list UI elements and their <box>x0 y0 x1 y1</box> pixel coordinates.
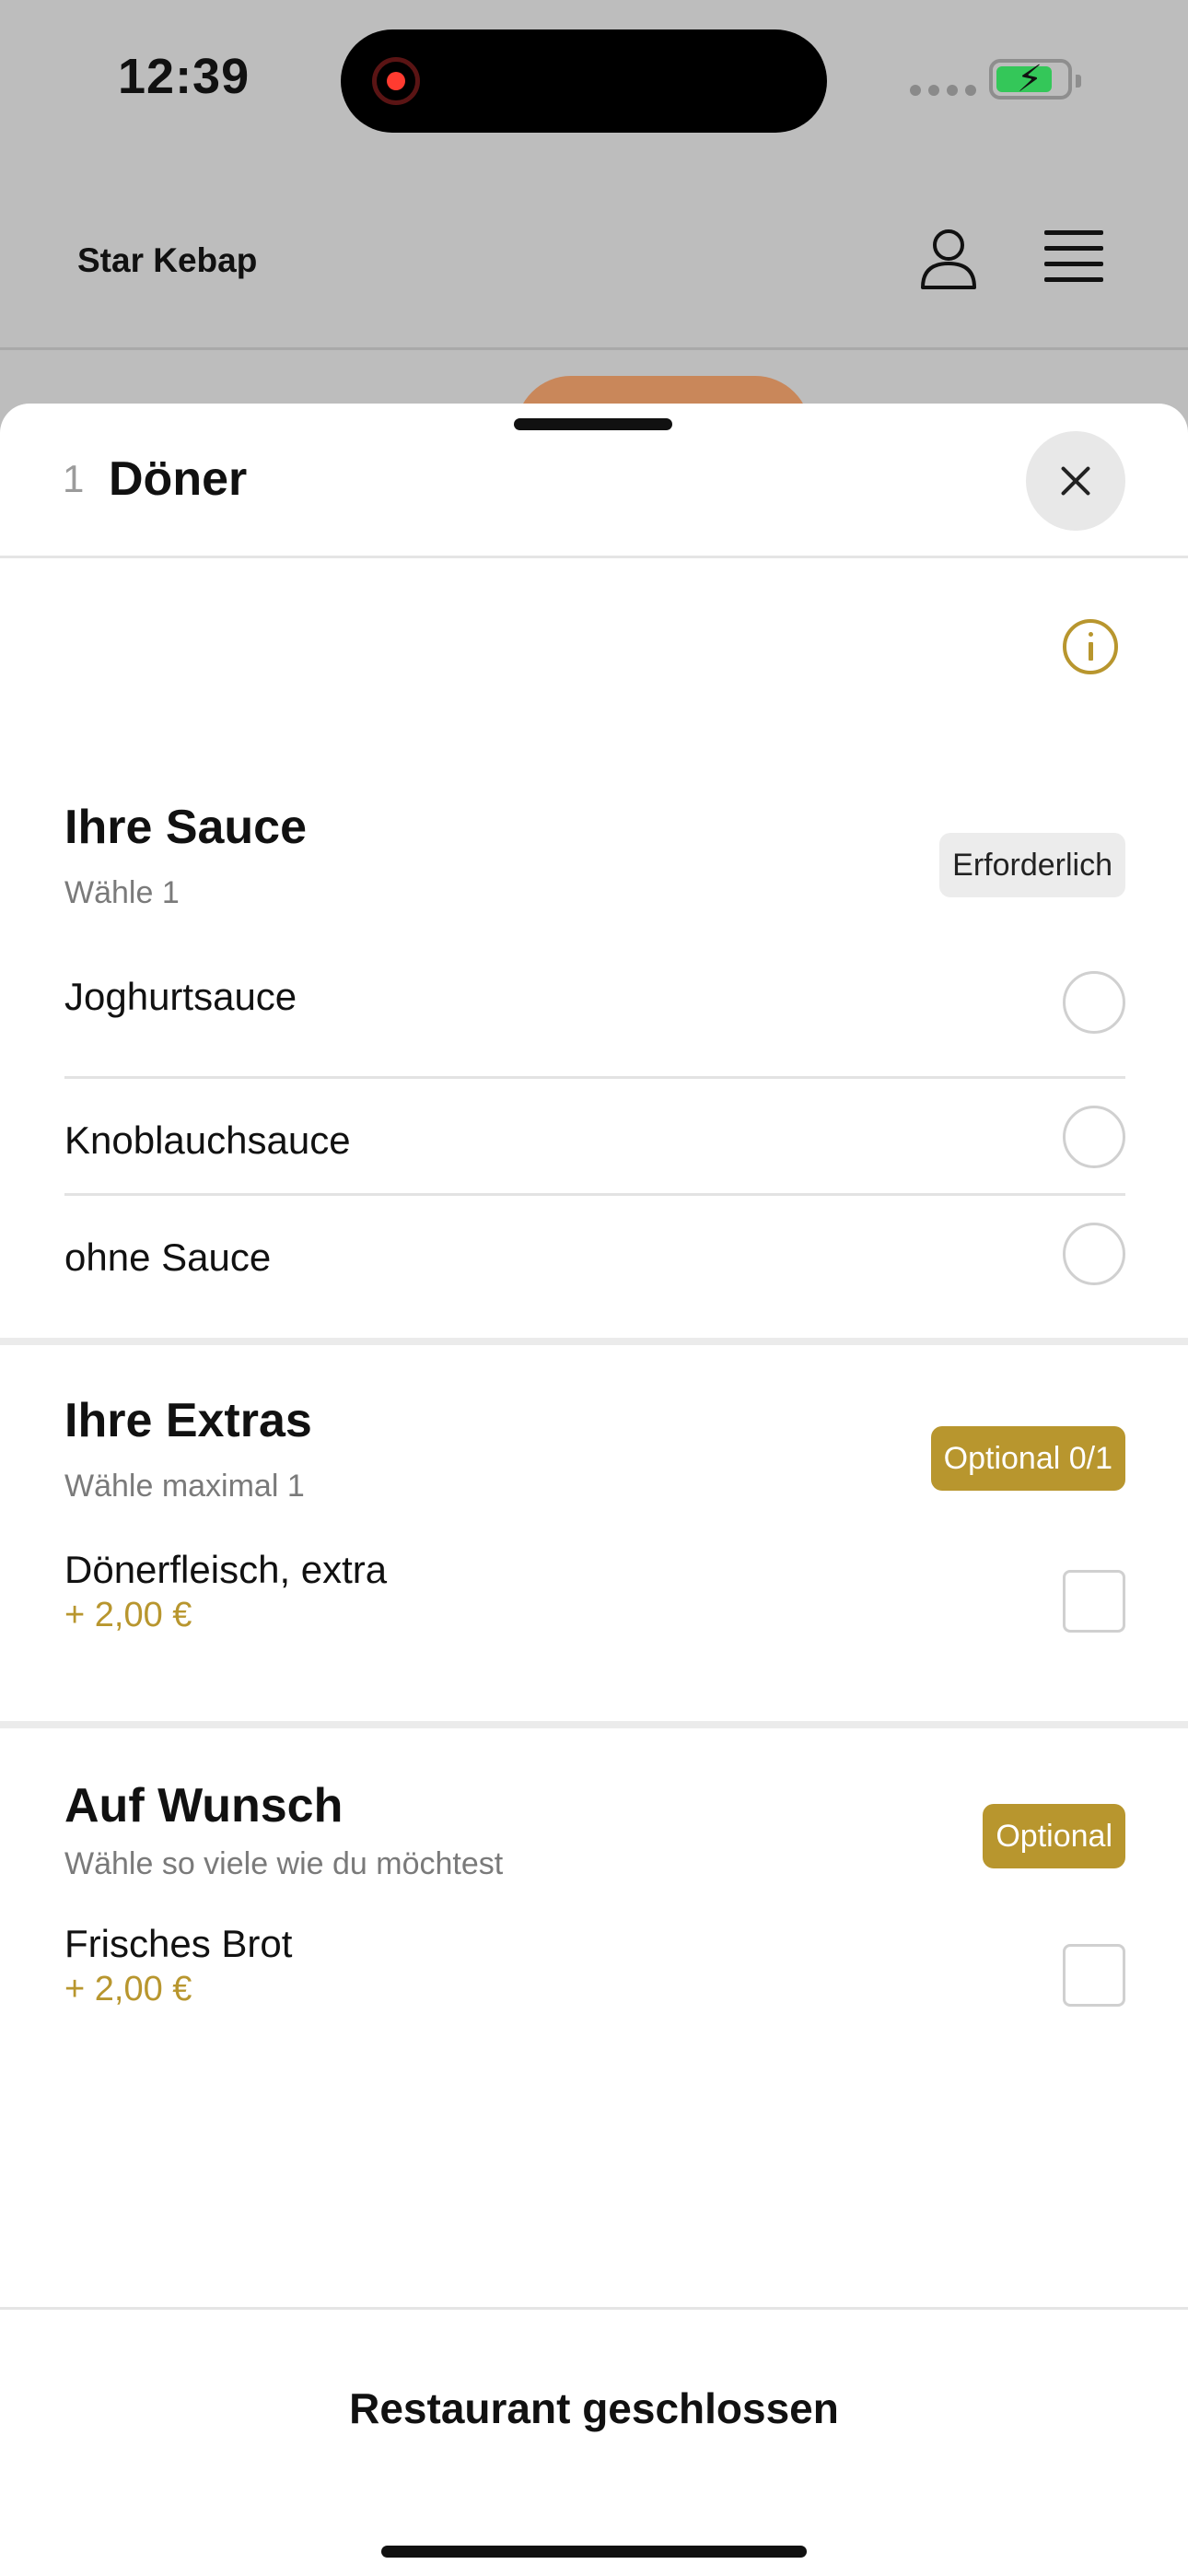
screen: 12:39 ⚡ Star Kebap 1 Döner Ihre Sauce Wä… <box>0 0 1188 2576</box>
required-badge: Erforderlich <box>939 833 1125 897</box>
item-quantity: 1 <box>63 457 85 500</box>
section-title: Ihre Extras <box>64 1394 312 1447</box>
dynamic-island <box>341 29 827 133</box>
section-subtitle: Wähle maximal 1 <box>64 1469 305 1504</box>
checkbox[interactable] <box>1063 1570 1125 1633</box>
info-icon[interactable] <box>1063 619 1118 674</box>
radio-button[interactable] <box>1063 971 1125 1034</box>
user-icon[interactable] <box>919 227 978 291</box>
product-sheet: 1 Döner Ihre Sauce Wähle 1 Erforderlich … <box>0 404 1188 2576</box>
option-label: Dönerfleisch, extra <box>64 1548 388 1591</box>
section-subtitle: Wähle so viele wie du möchtest <box>64 1846 504 1881</box>
status-time: 12:39 <box>118 49 250 104</box>
close-icon[interactable] <box>1026 431 1125 531</box>
option-price: + 2,00 € <box>64 1970 192 2008</box>
home-indicator[interactable] <box>381 2546 807 2558</box>
option-label: ohne Sauce <box>64 1235 272 1279</box>
checkbox[interactable] <box>1063 1944 1125 2007</box>
restaurant-closed-button[interactable]: Restaurant geschlossen <box>0 2383 1188 2433</box>
section-separator <box>0 1338 1188 1345</box>
product-title: Döner <box>109 452 248 506</box>
option-joghurtsauce[interactable]: Joghurtsauce <box>64 956 1125 1048</box>
radio-button[interactable] <box>1063 1106 1125 1168</box>
battery-icon: ⚡ <box>989 59 1081 100</box>
status-bar: 12:39 ⚡ <box>0 0 1188 166</box>
option-label: Joghurtsauce <box>64 975 297 1018</box>
option-knoblauchsauce[interactable]: Knoblauchsauce <box>64 1076 1125 1192</box>
optional-badge: Optional 0/1 <box>930 1426 1125 1491</box>
sheet-header: 1 Döner <box>0 404 1188 558</box>
charging-bolt-icon: ⚡ <box>1017 59 1043 100</box>
option-label: Frisches Brot <box>64 1922 293 1965</box>
signal-icon <box>910 85 976 96</box>
option-frisches-brot[interactable]: Frisches Brot + 2,00 € <box>64 1922 1125 2032</box>
option-label: Knoblauchsauce <box>64 1118 351 1162</box>
option-price: + 2,00 € <box>64 1596 192 1634</box>
menu-icon[interactable] <box>1044 230 1103 282</box>
sheet-footer: Restaurant geschlossen <box>0 2307 1188 2576</box>
option-ohne-sauce[interactable]: ohne Sauce <box>64 1193 1125 1309</box>
section-subtitle: Wähle 1 <box>64 875 180 910</box>
app-header: Star Kebap <box>0 166 1188 350</box>
optional-badge: Optional <box>983 1804 1125 1868</box>
section-title: Auf Wunsch <box>64 1779 344 1832</box>
option-doenerfleisch-extra[interactable]: Dönerfleisch, extra + 2,00 € <box>64 1548 1125 1658</box>
sheet-grabber[interactable] <box>514 418 672 430</box>
recording-indicator-icon <box>372 57 420 105</box>
section-separator <box>0 1721 1188 1728</box>
section-title: Ihre Sauce <box>64 801 308 854</box>
radio-button[interactable] <box>1063 1223 1125 1285</box>
brand-name[interactable]: Star Kebap <box>77 241 257 280</box>
